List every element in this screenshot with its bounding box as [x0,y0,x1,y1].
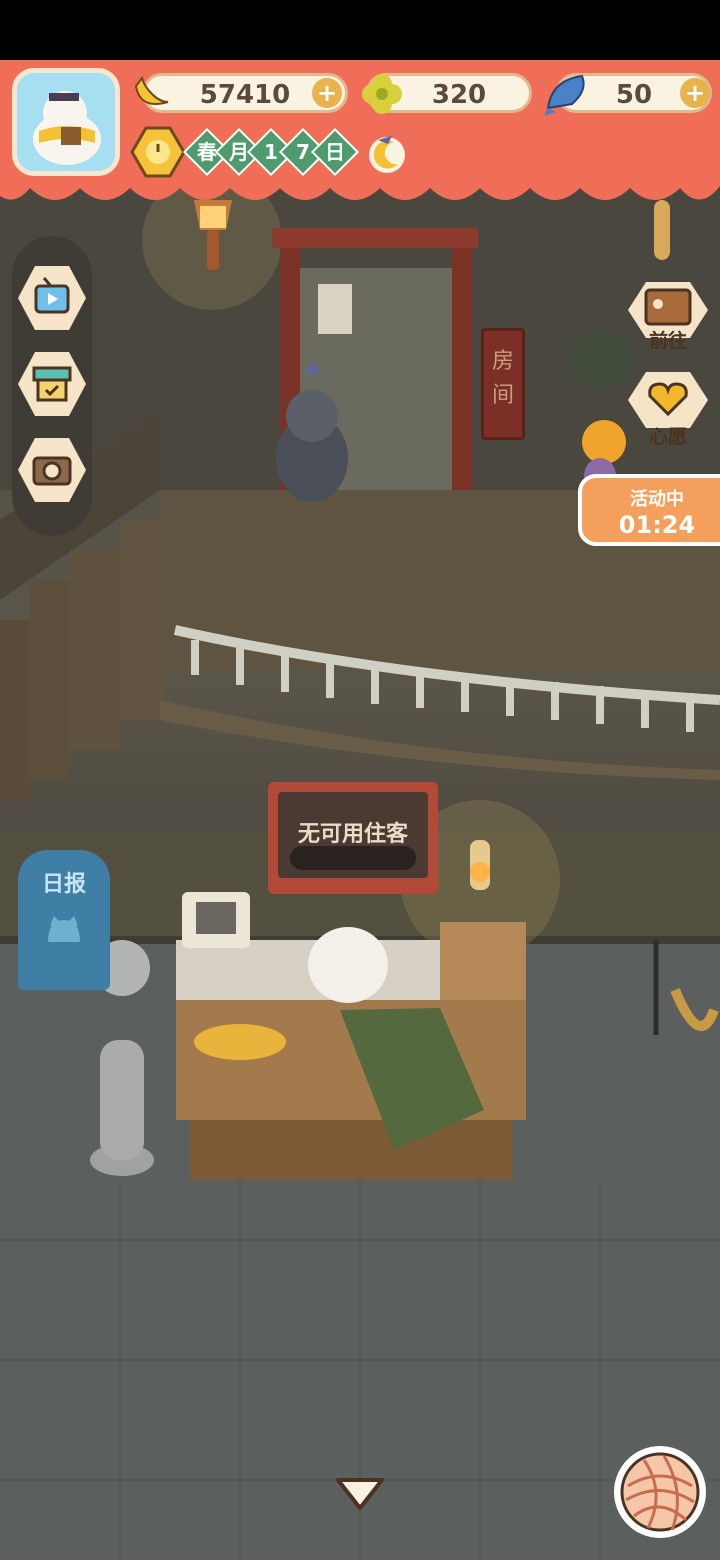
reception-sign[interactable]: 无可用住客 [268,782,438,894]
collapse-down-button[interactable] [334,1474,386,1514]
daily-newspaper-label: 日报 [41,872,86,897]
clover-count: 320 [431,80,487,110]
moon-night-icon[interactable] [364,130,410,176]
event-button[interactable]: 活动中 01:24 [578,474,720,546]
cat-avatar-icon [33,91,101,165]
status-bar [0,0,720,60]
goto-label: 前往 [648,330,687,352]
yarn-ball-button[interactable] [614,1446,706,1538]
cat-face-icon [48,916,80,942]
daily-newspaper-box[interactable]: 日报 [18,850,110,990]
fish-icon [542,70,592,118]
room-sign-text: 房间 [491,349,514,408]
room-sign: 房间 [481,328,525,440]
chevron-down-icon [336,1478,384,1510]
add-fish-button[interactable]: + [680,78,710,108]
goto-button[interactable]: 前往 [626,280,710,360]
calendar-day-char: 日 [325,140,345,164]
event-status: 活动中 [630,489,684,510]
banana-icon [130,72,174,116]
event-timer: 01:24 [618,511,696,539]
yarn-ball-icon [620,1452,700,1532]
player-avatar[interactable] [12,68,120,176]
clover-icon [358,70,406,118]
wish-button[interactable]: 心愿 [626,370,710,450]
wish-label: 心愿 [648,426,687,448]
no-guests-text: 无可用住客 [297,822,408,847]
heart-book-icon [628,372,708,428]
topbar-scallop-trim [0,176,720,200]
add-bananas-button[interactable]: + [312,78,342,108]
clock-icon[interactable] [130,124,186,180]
